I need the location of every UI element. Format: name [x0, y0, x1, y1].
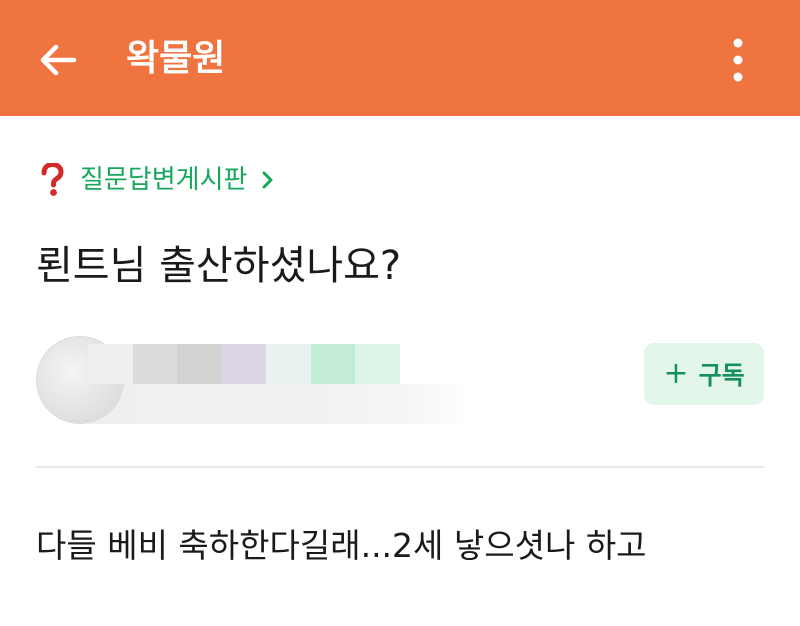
back-button[interactable] — [26, 28, 90, 92]
author-meta-redacted — [88, 384, 470, 424]
arrow-left-icon — [40, 44, 77, 76]
subscribe-button[interactable]: + 구독 — [644, 343, 764, 405]
post-body: 다들 베비 축하한다길래...2세 낳으셧나 하고 — [36, 526, 647, 565]
board-breadcrumb[interactable]: 질문답변게시판 — [36, 160, 275, 200]
more-vert-icon — [733, 38, 743, 82]
page-title: 왁물원 — [126, 38, 226, 79]
divider — [36, 466, 764, 468]
app-bar: 왁물원 — [0, 0, 800, 116]
subscribe-label: 구독 — [698, 361, 745, 390]
author-name-redacted[interactable] — [88, 344, 400, 384]
board-name: 질문답변게시판 — [80, 165, 248, 195]
plus-icon: + — [663, 356, 689, 391]
chevron-right-icon — [261, 170, 275, 190]
author-row: + 구독 — [36, 330, 766, 430]
post-title: 뢴트님 출산하셨나요? — [36, 243, 402, 289]
question-mark-icon — [36, 162, 68, 198]
more-options-button[interactable] — [708, 28, 768, 92]
